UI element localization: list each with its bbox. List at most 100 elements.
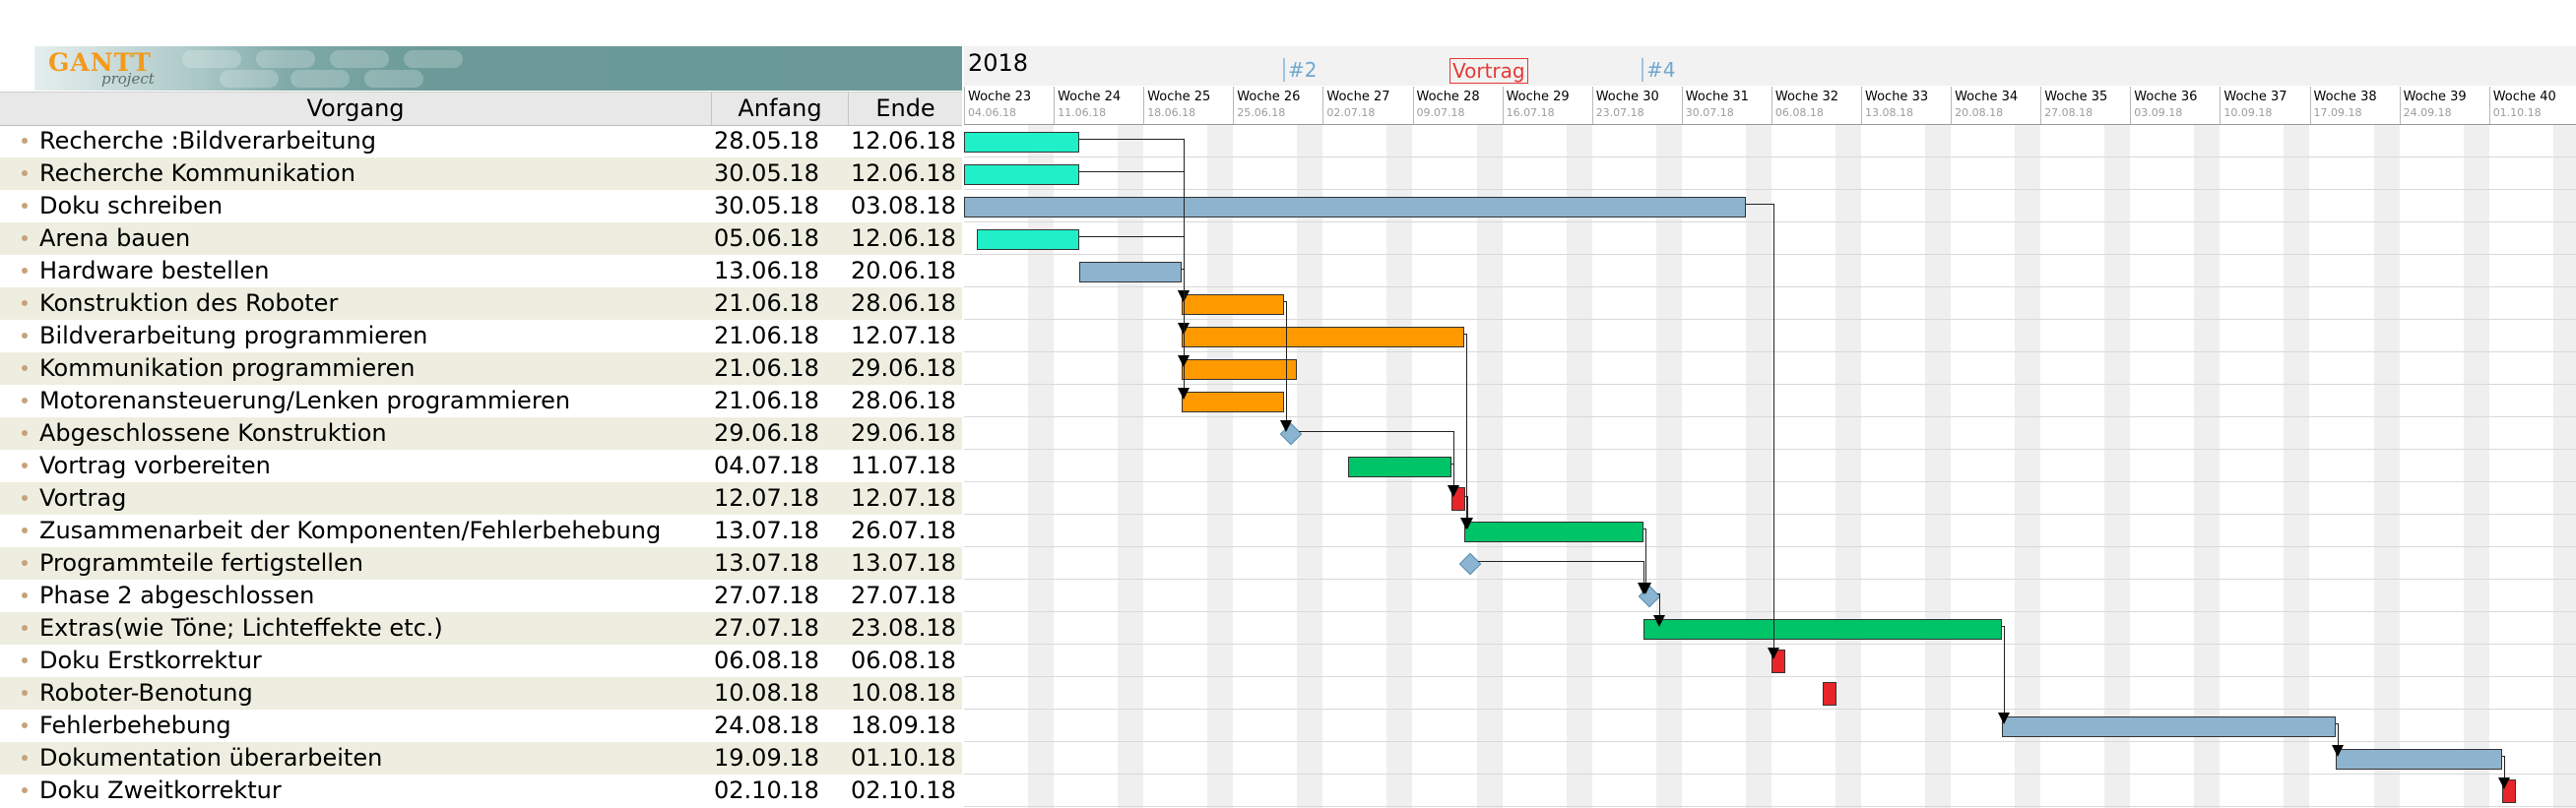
task-name[interactable]: Vortrag vorbereiten [39, 450, 271, 482]
task-end-date[interactable]: 13.07.18 [851, 547, 956, 580]
table-row[interactable]: Arena bauen 05.06.18 12.06.18 [0, 222, 962, 255]
task-end-date[interactable]: 01.10.18 [851, 742, 956, 775]
task-start-date[interactable]: 13.07.18 [714, 547, 819, 580]
task-start-date[interactable]: 27.07.18 [714, 612, 819, 645]
task-start-date[interactable]: 28.05.18 [714, 125, 819, 157]
table-row[interactable]: Zusammenarbeit der Komponenten/Fehlerbeh… [0, 515, 962, 547]
task-start-date[interactable]: 10.08.18 [714, 677, 819, 710]
timeline-marker[interactable]: #4 [1642, 58, 1675, 82]
task-start-date[interactable]: 02.10.18 [714, 775, 819, 807]
task-start-date[interactable]: 21.06.18 [714, 287, 819, 320]
column-header-name[interactable]: Vorgang [0, 93, 711, 125]
task-end-date[interactable]: 12.06.18 [851, 125, 956, 157]
table-row[interactable]: Roboter-Benotung 10.08.18 10.08.18 [0, 677, 962, 710]
task-start-date[interactable]: 04.07.18 [714, 450, 819, 482]
task-start-date[interactable]: 21.06.18 [714, 320, 819, 352]
task-bar[interactable] [1348, 456, 1451, 477]
task-name[interactable]: Fehlerbehebung [39, 710, 231, 742]
task-start-date[interactable]: 06.08.18 [714, 645, 819, 677]
column-header-end[interactable]: Ende [849, 93, 962, 125]
task-start-date[interactable]: 13.06.18 [714, 255, 819, 287]
task-name[interactable]: Doku Zweitkorrektur [39, 775, 282, 807]
table-row[interactable]: Doku Erstkorrektur 06.08.18 06.08.18 [0, 645, 962, 677]
timeline-marker[interactable]: #2 [1283, 58, 1317, 82]
task-name[interactable]: Kommunikation programmieren [39, 352, 415, 385]
task-bar[interactable] [1463, 521, 1643, 542]
task-end-date[interactable]: 11.07.18 [851, 450, 956, 482]
task-name[interactable]: Arena bauen [39, 222, 190, 255]
task-start-date[interactable]: 27.07.18 [714, 580, 819, 612]
task-end-date[interactable]: 12.06.18 [851, 157, 956, 190]
task-bar[interactable] [1182, 293, 1285, 315]
table-row[interactable]: Vortrag vorbereiten 04.07.18 11.07.18 [0, 450, 962, 482]
table-row[interactable]: Motorenansteuerung/Lenken programmieren 2… [0, 385, 962, 417]
task-end-date[interactable]: 29.06.18 [851, 417, 956, 450]
task-name[interactable]: Bildverarbeitung programmieren [39, 320, 427, 352]
task-end-date[interactable]: 28.06.18 [851, 385, 956, 417]
task-end-date[interactable]: 26.07.18 [851, 515, 956, 547]
table-row[interactable]: Dokumentation überarbeiten 19.09.18 01.10.… [0, 742, 962, 775]
table-row[interactable]: Bildverarbeitung programmieren 21.06.18 12… [0, 320, 962, 352]
task-end-date[interactable]: 02.10.18 [851, 775, 956, 807]
task-end-date[interactable]: 28.06.18 [851, 287, 956, 320]
task-bar[interactable] [2335, 748, 2502, 770]
task-start-date[interactable]: 30.05.18 [714, 190, 819, 222]
table-row[interactable]: Recherche Kommunikation 30.05.18 12.06.18 [0, 157, 962, 190]
table-row[interactable]: Fehlerbehebung 24.08.18 18.09.18 [0, 710, 962, 742]
task-name[interactable]: Roboter-Benotung [39, 677, 253, 710]
task-bar[interactable] [964, 163, 1080, 185]
task-end-date[interactable]: 12.06.18 [851, 222, 956, 255]
task-bar[interactable] [1182, 358, 1298, 380]
task-name[interactable]: Dokumentation überarbeiten [39, 742, 382, 775]
timeline-marker[interactable]: Vortrag [1449, 58, 1528, 84]
task-start-date[interactable]: 21.06.18 [714, 385, 819, 417]
task-name[interactable]: Recherche Kommunikation [39, 157, 355, 190]
task-end-date[interactable]: 29.06.18 [851, 352, 956, 385]
task-name[interactable]: Abgeschlossene Konstruktion [39, 417, 387, 450]
task-name[interactable]: Recherche :Bildverarbeitung [39, 125, 376, 157]
task-end-date[interactable]: 18.09.18 [851, 710, 956, 742]
task-name[interactable]: Programmteile fertigstellen [39, 547, 363, 580]
task-start-date[interactable]: 30.05.18 [714, 157, 819, 190]
task-name[interactable]: Hardware bestellen [39, 255, 270, 287]
task-end-date[interactable]: 12.07.18 [851, 320, 956, 352]
table-row[interactable]: Phase 2 abgeschlossen 27.07.18 27.07.18 [0, 580, 962, 612]
task-bar[interactable] [1182, 326, 1464, 347]
task-start-date[interactable]: 29.06.18 [714, 417, 819, 450]
column-header-start[interactable]: Anfang [712, 93, 848, 125]
table-row[interactable]: Doku Zweitkorrektur 02.10.18 02.10.18 [0, 775, 962, 807]
task-bar[interactable] [977, 228, 1080, 250]
task-start-date[interactable]: 05.06.18 [714, 222, 819, 255]
task-name[interactable]: Motorenansteuerung/Lenken programmieren [39, 385, 570, 417]
task-name[interactable]: Phase 2 abgeschlossen [39, 580, 314, 612]
table-row[interactable]: Hardware bestellen 13.06.18 20.06.18 [0, 255, 962, 287]
task-start-date[interactable]: 12.07.18 [714, 482, 819, 515]
task-name[interactable]: Doku schreiben [39, 190, 223, 222]
task-bar[interactable] [1822, 681, 1836, 706]
task-end-date[interactable]: 23.08.18 [851, 612, 956, 645]
task-bar[interactable] [1642, 618, 2003, 640]
task-end-date[interactable]: 12.07.18 [851, 482, 956, 515]
task-name[interactable]: Zusammenarbeit der Komponenten/Fehlerbeh… [39, 515, 661, 547]
table-row[interactable]: Kommunikation programmieren 21.06.18 29.06… [0, 352, 962, 385]
table-row[interactable]: Recherche :Bildverarbeitung 28.05.18 12.06… [0, 125, 962, 157]
table-row[interactable]: Konstruktion des Roboter 21.06.18 28.06.18 [0, 287, 962, 320]
task-end-date[interactable]: 03.08.18 [851, 190, 956, 222]
task-start-date[interactable]: 21.06.18 [714, 352, 819, 385]
table-row[interactable]: Abgeschlossene Konstruktion 29.06.18 29.06… [0, 417, 962, 450]
table-row[interactable]: Extras(wie Töne; Lichteffekte etc.) 27.07… [0, 612, 962, 645]
task-name[interactable]: Extras(wie Töne; Lichteffekte etc.) [39, 612, 443, 645]
task-end-date[interactable]: 10.08.18 [851, 677, 956, 710]
table-row[interactable]: Doku schreiben 30.05.18 03.08.18 [0, 190, 962, 222]
task-start-date[interactable]: 24.08.18 [714, 710, 819, 742]
task-name[interactable]: Doku Erstkorrektur [39, 645, 262, 677]
task-bar[interactable] [964, 131, 1080, 153]
table-row[interactable]: Programmteile fertigstellen 13.07.18 13.07… [0, 547, 962, 580]
task-name[interactable]: Konstruktion des Roboter [39, 287, 338, 320]
task-bar[interactable] [1079, 261, 1183, 282]
table-row[interactable]: Vortrag 12.07.18 12.07.18 [0, 482, 962, 515]
task-end-date[interactable]: 20.06.18 [851, 255, 956, 287]
task-start-date[interactable]: 19.09.18 [714, 742, 819, 775]
task-end-date[interactable]: 27.07.18 [851, 580, 956, 612]
task-end-date[interactable]: 06.08.18 [851, 645, 956, 677]
